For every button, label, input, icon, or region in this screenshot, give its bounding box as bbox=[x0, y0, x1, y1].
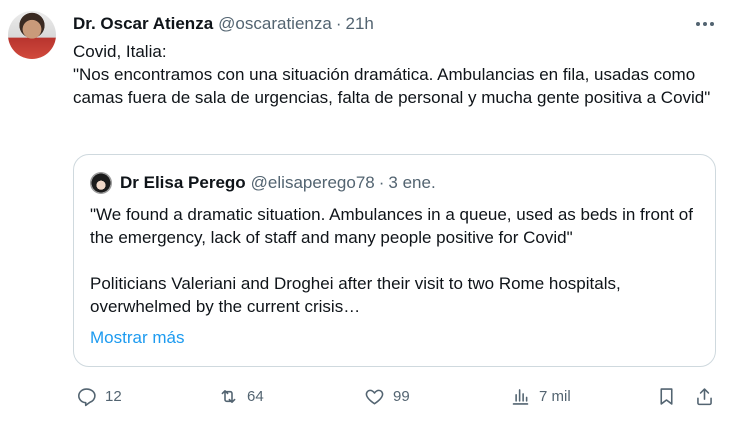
views-count: 7 mil bbox=[539, 387, 571, 405]
quoted-tweet-header: Dr Elisa Perego @elisaperego78 · 3 ene. bbox=[120, 172, 436, 194]
quoted-header-separator: · bbox=[378, 173, 385, 192]
views-icon bbox=[512, 388, 529, 405]
show-more-link[interactable]: Mostrar más bbox=[90, 328, 184, 348]
share-icon bbox=[697, 387, 712, 405]
tweet-header: Dr. Oscar Atienza @oscaratienza · 21h bbox=[73, 13, 374, 35]
reply-icon bbox=[78, 387, 96, 406]
quoted-author-handle: @elisaperego78 bbox=[250, 173, 375, 192]
more-options-icon[interactable] bbox=[694, 15, 716, 33]
retweet-button[interactable]: 64 bbox=[218, 382, 264, 410]
tweet[interactable]: Dr. Oscar Atienza @oscaratienza · 21h Co… bbox=[0, 0, 732, 426]
bookmark-button[interactable] bbox=[656, 382, 677, 410]
retweet-icon bbox=[221, 389, 236, 403]
bookmark-icon bbox=[660, 387, 673, 405]
header-separator: · bbox=[335, 14, 342, 33]
tweet-actions: 12 64 99 7 mil bbox=[0, 382, 732, 410]
quoted-author-avatar bbox=[90, 172, 112, 194]
views-button[interactable]: 7 mil bbox=[510, 382, 571, 410]
reply-count: 12 bbox=[105, 387, 122, 405]
like-count: 99 bbox=[393, 387, 410, 405]
quoted-tweet[interactable]: Dr Elisa Perego @elisaperego78 · 3 ene. … bbox=[73, 154, 716, 367]
heart-icon bbox=[365, 389, 384, 404]
author-avatar[interactable] bbox=[8, 11, 56, 59]
reply-button[interactable]: 12 bbox=[76, 382, 122, 410]
like-button[interactable]: 99 bbox=[364, 382, 410, 410]
quoted-tweet-text: "We found a dramatic situation. Ambulanc… bbox=[90, 205, 693, 316]
quoted-author-name: Dr Elisa Perego bbox=[120, 173, 246, 192]
author-name[interactable]: Dr. Oscar Atienza bbox=[73, 14, 213, 34]
tweet-text: Covid, Italia: "Nos encontramos con una … bbox=[73, 42, 711, 107]
tweet-time[interactable]: 21h bbox=[345, 14, 373, 34]
quoted-tweet-date: 3 ene. bbox=[388, 173, 436, 192]
share-button[interactable] bbox=[694, 382, 715, 410]
retweet-count: 64 bbox=[247, 387, 264, 405]
author-handle[interactable]: @oscaratienza bbox=[218, 14, 332, 34]
